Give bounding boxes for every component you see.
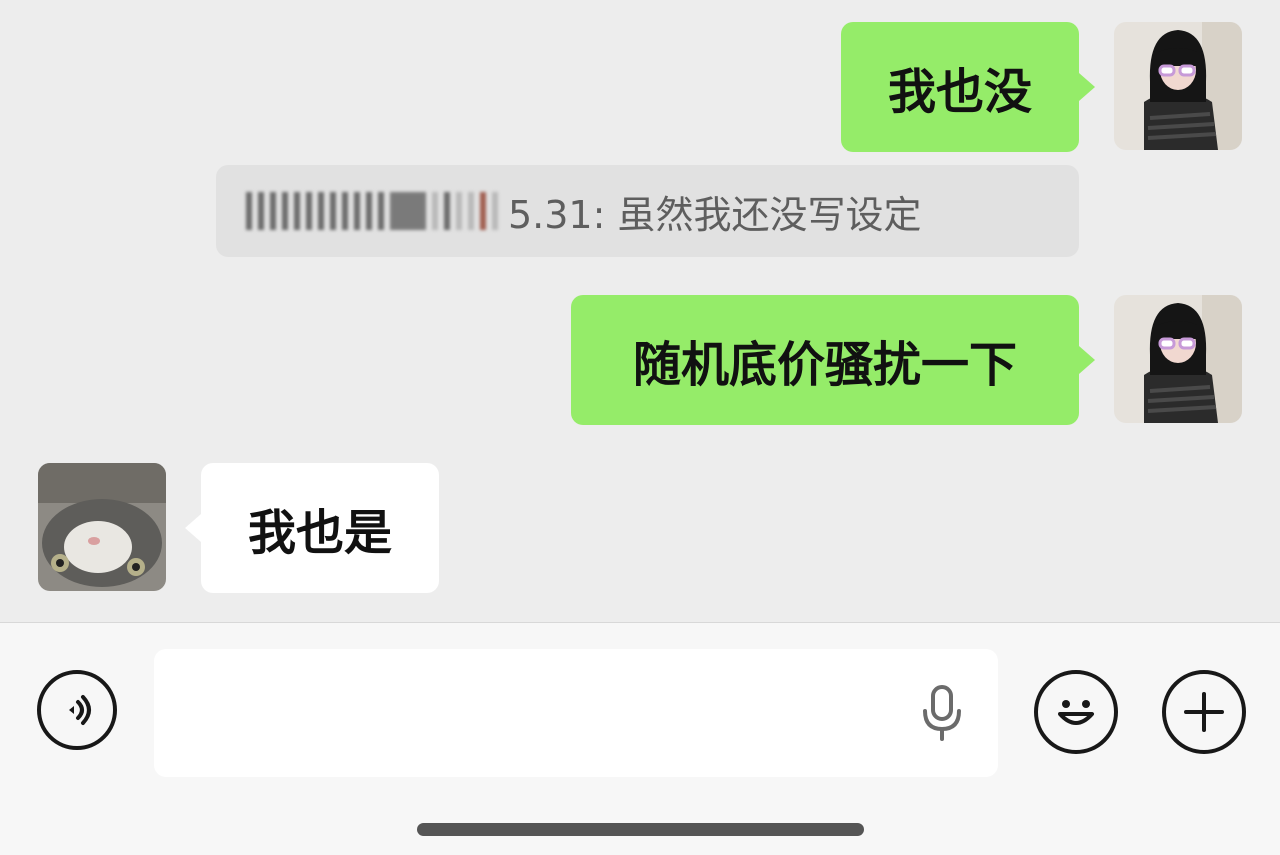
home-indicator[interactable]	[417, 823, 864, 836]
mic-icon[interactable]	[920, 685, 964, 741]
bubble-tail	[1079, 73, 1095, 101]
message-bubble-sent[interactable]: 我也没	[841, 22, 1079, 152]
contact-avatar[interactable]	[38, 463, 166, 591]
emoji-icon	[1058, 700, 1094, 725]
emoji-button[interactable]	[1034, 670, 1118, 754]
quote-sender-blurred	[246, 189, 504, 233]
chat-area: 我也没 5.31: 虽然我还没写设定 随机底价骚扰一下 我也是	[0, 0, 1280, 622]
message-text: 我也是	[247, 505, 392, 561]
bubble-tail	[185, 514, 201, 542]
quoted-message[interactable]: 5.31: 虽然我还没写设定	[216, 165, 1079, 257]
voice-toggle-button[interactable]	[37, 670, 117, 750]
plus-icon	[1184, 692, 1224, 732]
message-bubble-received[interactable]: 我也是	[201, 463, 439, 593]
my-avatar[interactable]	[1114, 22, 1242, 150]
my-avatar[interactable]	[1114, 295, 1242, 423]
voice-icon	[69, 695, 91, 725]
message-input[interactable]	[154, 649, 998, 777]
message-text: 我也没	[887, 64, 1032, 120]
bubble-tail	[1079, 346, 1095, 374]
message-bubble-sent[interactable]: 随机底价骚扰一下	[571, 295, 1079, 425]
input-bar	[0, 622, 1280, 855]
more-button[interactable]	[1162, 670, 1246, 754]
message-text: 随机底价骚扰一下	[632, 337, 1017, 393]
quote-text: 5.31: 虽然我还没写设定	[508, 192, 922, 237]
